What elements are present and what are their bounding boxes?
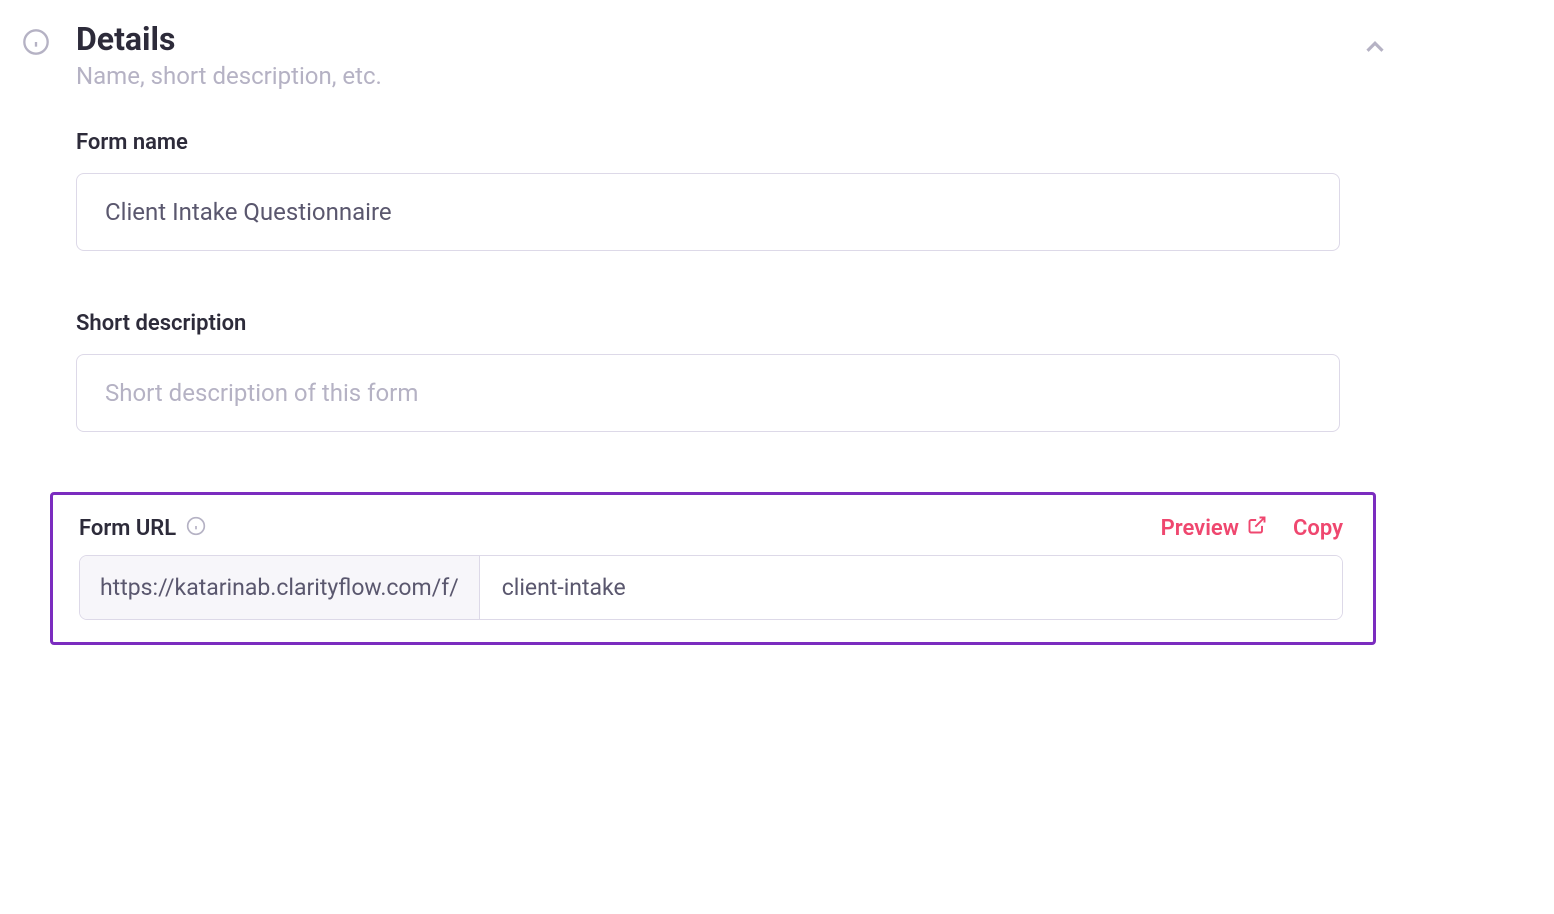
external-link-icon [1247,515,1267,541]
section-subtitle: Name, short description, etc. [76,62,1336,90]
form-url-label: Form URL [79,516,176,541]
details-section-header: Details Name, short description, etc. [20,20,1420,90]
chevron-up-icon [1360,47,1390,66]
short-description-label: Short description [76,311,1420,336]
info-icon [22,28,50,60]
preview-label: Preview [1161,516,1239,541]
section-title: Details [76,20,1336,58]
form-url-highlight-box: Form URL Preview [50,492,1376,645]
form-name-input[interactable] [76,173,1340,251]
form-url-slug-input[interactable] [480,556,1342,619]
short-description-input[interactable] [76,354,1340,432]
collapse-toggle[interactable] [1360,20,1420,66]
preview-link[interactable]: Preview [1161,515,1267,541]
form-name-label: Form name [76,130,1420,155]
copy-label: Copy [1293,516,1343,541]
info-icon[interactable] [186,516,206,540]
form-url-prefix: https://katarinab.clarityflow.com/f/ [80,556,480,619]
copy-link[interactable]: Copy [1293,516,1343,541]
